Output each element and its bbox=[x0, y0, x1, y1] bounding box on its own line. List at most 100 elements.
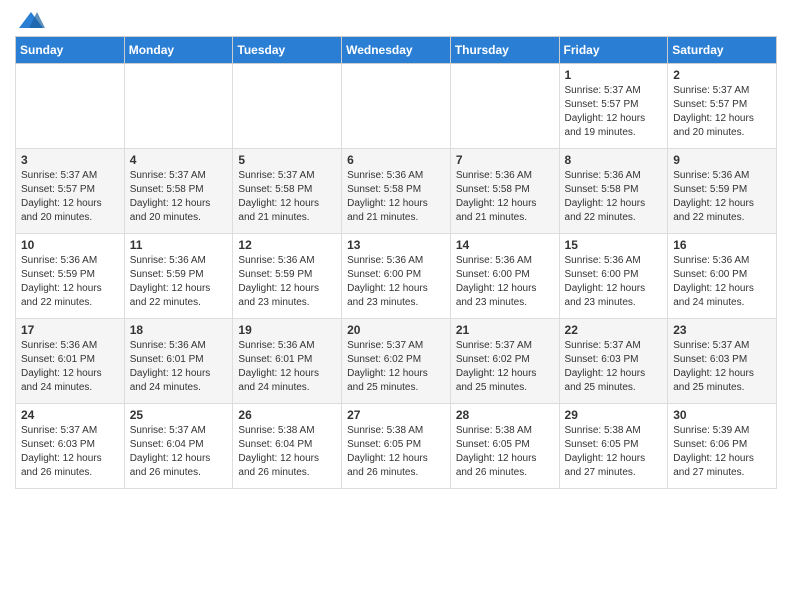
calendar-cell: 8Sunrise: 5:36 AM Sunset: 5:58 PM Daylig… bbox=[559, 149, 668, 234]
day-number: 12 bbox=[238, 238, 336, 252]
calendar-cell bbox=[233, 64, 342, 149]
day-info: Sunrise: 5:37 AM Sunset: 6:03 PM Dayligh… bbox=[565, 339, 663, 395]
day-number: 23 bbox=[673, 323, 771, 337]
calendar-cell: 4Sunrise: 5:37 AM Sunset: 5:58 PM Daylig… bbox=[124, 149, 233, 234]
day-info: Sunrise: 5:36 AM Sunset: 6:00 PM Dayligh… bbox=[456, 254, 554, 310]
day-number: 2 bbox=[673, 68, 771, 82]
calendar-cell: 27Sunrise: 5:38 AM Sunset: 6:05 PM Dayli… bbox=[342, 404, 451, 489]
day-number: 28 bbox=[456, 408, 554, 422]
calendar-cell: 3Sunrise: 5:37 AM Sunset: 5:57 PM Daylig… bbox=[16, 149, 125, 234]
calendar-cell: 12 Sunrise: 5:36 AM Sunset: 5:59 PM Dayli… bbox=[233, 234, 342, 319]
calendar-cell: 16 Sunrise: 5:36 AM Sunset: 6:00 PM Dayli… bbox=[668, 234, 777, 319]
day-number: 26 bbox=[238, 408, 336, 422]
calendar-cell: 13 Sunrise: 5:36 AM Sunset: 6:00 PM Dayli… bbox=[342, 234, 451, 319]
day-info: Sunrise: 5:37 AM Sunset: 5:57 PM Dayligh… bbox=[565, 84, 663, 140]
day-number: 29 bbox=[565, 408, 663, 422]
day-header-saturday: Saturday bbox=[668, 37, 777, 64]
calendar-cell bbox=[342, 64, 451, 149]
calendar-cell: 23 Sunrise: 5:37 AM Sunset: 6:03 PM Dayli… bbox=[668, 319, 777, 404]
logo-area bbox=[15, 10, 45, 28]
calendar-cell bbox=[450, 64, 559, 149]
day-header-thursday: Thursday bbox=[450, 37, 559, 64]
calendar-cell: 26 Sunrise: 5:38 AM Sunset: 6:04 PM Dayli… bbox=[233, 404, 342, 489]
day-info: Sunrise: 5:36 AM Sunset: 5:59 PM Dayligh… bbox=[673, 169, 771, 225]
day-header-sunday: Sunday bbox=[16, 37, 125, 64]
day-info: Sunrise: 5:36 AM Sunset: 6:00 PM Dayligh… bbox=[565, 254, 663, 310]
day-number: 27 bbox=[347, 408, 445, 422]
calendar-cell: 30 Sunrise: 5:39 AM Sunset: 6:06 PM Dayli… bbox=[668, 404, 777, 489]
day-number: 16 bbox=[673, 238, 771, 252]
day-number: 5 bbox=[238, 153, 336, 167]
day-info: Sunrise: 5:36 AM Sunset: 5:59 PM Dayligh… bbox=[21, 254, 119, 310]
day-info: Sunrise: 5:37 AM Sunset: 6:02 PM Dayligh… bbox=[347, 339, 445, 395]
day-info: Sunrise: 5:36 AM Sunset: 5:59 PM Dayligh… bbox=[130, 254, 228, 310]
day-number: 6 bbox=[347, 153, 445, 167]
calendar-cell: 6 Sunrise: 5:36 AM Sunset: 5:58 PM Daylig… bbox=[342, 149, 451, 234]
day-number: 30 bbox=[673, 408, 771, 422]
day-number: 17 bbox=[21, 323, 119, 337]
day-number: 24 bbox=[21, 408, 119, 422]
day-number: 15 bbox=[565, 238, 663, 252]
calendar-table: SundayMondayTuesdayWednesdayThursdayFrid… bbox=[15, 36, 777, 489]
day-number: 11 bbox=[130, 238, 228, 252]
day-info: Sunrise: 5:36 AM Sunset: 6:00 PM Dayligh… bbox=[347, 254, 445, 310]
day-info: Sunrise: 5:37 AM Sunset: 5:58 PM Dayligh… bbox=[130, 169, 228, 225]
day-info: Sunrise: 5:38 AM Sunset: 6:04 PM Dayligh… bbox=[238, 424, 336, 480]
day-number: 21 bbox=[456, 323, 554, 337]
day-info: Sunrise: 5:37 AM Sunset: 5:57 PM Dayligh… bbox=[21, 169, 119, 225]
day-info: Sunrise: 5:36 AM Sunset: 6:01 PM Dayligh… bbox=[238, 339, 336, 395]
day-info: Sunrise: 5:36 AM Sunset: 5:58 PM Dayligh… bbox=[456, 169, 554, 225]
calendar-cell: 9 Sunrise: 5:36 AM Sunset: 5:59 PM Daylig… bbox=[668, 149, 777, 234]
calendar-cell: 24 Sunrise: 5:37 AM Sunset: 6:03 PM Dayli… bbox=[16, 404, 125, 489]
day-number: 9 bbox=[673, 153, 771, 167]
day-info: Sunrise: 5:37 AM Sunset: 5:57 PM Dayligh… bbox=[673, 84, 771, 140]
calendar-cell: 22 Sunrise: 5:37 AM Sunset: 6:03 PM Dayli… bbox=[559, 319, 668, 404]
day-info: Sunrise: 5:38 AM Sunset: 6:05 PM Dayligh… bbox=[565, 424, 663, 480]
calendar-cell: 29 Sunrise: 5:38 AM Sunset: 6:05 PM Dayli… bbox=[559, 404, 668, 489]
page-header bbox=[15, 10, 777, 28]
calendar-week-row: 10Sunrise: 5:36 AM Sunset: 5:59 PM Dayli… bbox=[16, 234, 777, 319]
day-header-monday: Monday bbox=[124, 37, 233, 64]
calendar-cell: 17 Sunrise: 5:36 AM Sunset: 6:01 PM Dayli… bbox=[16, 319, 125, 404]
day-number: 1 bbox=[565, 68, 663, 82]
day-number: 14 bbox=[456, 238, 554, 252]
day-info: Sunrise: 5:36 AM Sunset: 6:01 PM Dayligh… bbox=[21, 339, 119, 395]
day-number: 13 bbox=[347, 238, 445, 252]
day-number: 7 bbox=[456, 153, 554, 167]
day-info: Sunrise: 5:37 AM Sunset: 6:02 PM Dayligh… bbox=[456, 339, 554, 395]
day-info: Sunrise: 5:36 AM Sunset: 5:58 PM Dayligh… bbox=[347, 169, 445, 225]
calendar-cell: 10Sunrise: 5:36 AM Sunset: 5:59 PM Dayli… bbox=[16, 234, 125, 319]
day-number: 18 bbox=[130, 323, 228, 337]
day-info: Sunrise: 5:39 AM Sunset: 6:06 PM Dayligh… bbox=[673, 424, 771, 480]
calendar-cell: 14 Sunrise: 5:36 AM Sunset: 6:00 PM Dayli… bbox=[450, 234, 559, 319]
calendar-cell: 18Sunrise: 5:36 AM Sunset: 6:01 PM Dayli… bbox=[124, 319, 233, 404]
calendar-week-row: 17 Sunrise: 5:36 AM Sunset: 6:01 PM Dayli… bbox=[16, 319, 777, 404]
calendar-cell: 25 Sunrise: 5:37 AM Sunset: 6:04 PM Dayli… bbox=[124, 404, 233, 489]
calendar-cell: 19 Sunrise: 5:36 AM Sunset: 6:01 PM Dayli… bbox=[233, 319, 342, 404]
calendar-cell: 1 Sunrise: 5:37 AM Sunset: 5:57 PM Daylig… bbox=[559, 64, 668, 149]
calendar-cell: 5 Sunrise: 5:37 AM Sunset: 5:58 PM Daylig… bbox=[233, 149, 342, 234]
calendar-cell: 11 Sunrise: 5:36 AM Sunset: 5:59 PM Dayli… bbox=[124, 234, 233, 319]
calendar-week-row: 1 Sunrise: 5:37 AM Sunset: 5:57 PM Daylig… bbox=[16, 64, 777, 149]
day-info: Sunrise: 5:37 AM Sunset: 6:03 PM Dayligh… bbox=[673, 339, 771, 395]
day-number: 19 bbox=[238, 323, 336, 337]
day-info: Sunrise: 5:37 AM Sunset: 5:58 PM Dayligh… bbox=[238, 169, 336, 225]
logo-icon bbox=[17, 10, 45, 32]
calendar-cell: 28 Sunrise: 5:38 AM Sunset: 6:05 PM Dayli… bbox=[450, 404, 559, 489]
day-info: Sunrise: 5:36 AM Sunset: 5:59 PM Dayligh… bbox=[238, 254, 336, 310]
day-info: Sunrise: 5:38 AM Sunset: 6:05 PM Dayligh… bbox=[456, 424, 554, 480]
day-info: Sunrise: 5:36 AM Sunset: 6:00 PM Dayligh… bbox=[673, 254, 771, 310]
calendar-cell: 15 Sunrise: 5:36 AM Sunset: 6:00 PM Dayli… bbox=[559, 234, 668, 319]
day-info: Sunrise: 5:37 AM Sunset: 6:03 PM Dayligh… bbox=[21, 424, 119, 480]
day-number: 22 bbox=[565, 323, 663, 337]
calendar-header-row: SundayMondayTuesdayWednesdayThursdayFrid… bbox=[16, 37, 777, 64]
calendar-cell: 21 Sunrise: 5:37 AM Sunset: 6:02 PM Dayli… bbox=[450, 319, 559, 404]
day-header-friday: Friday bbox=[559, 37, 668, 64]
day-number: 25 bbox=[130, 408, 228, 422]
day-number: 20 bbox=[347, 323, 445, 337]
day-info: Sunrise: 5:37 AM Sunset: 6:04 PM Dayligh… bbox=[130, 424, 228, 480]
calendar-cell: 7 Sunrise: 5:36 AM Sunset: 5:58 PM Daylig… bbox=[450, 149, 559, 234]
calendar-week-row: 24 Sunrise: 5:37 AM Sunset: 6:03 PM Dayli… bbox=[16, 404, 777, 489]
day-header-wednesday: Wednesday bbox=[342, 37, 451, 64]
day-number: 8 bbox=[565, 153, 663, 167]
